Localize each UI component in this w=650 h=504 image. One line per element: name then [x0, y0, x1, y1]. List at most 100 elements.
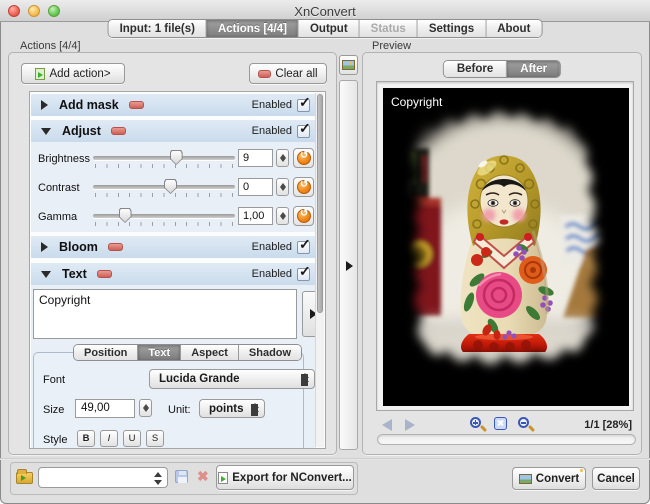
remove-action-icon[interactable] [129, 101, 144, 109]
zoom-out-icon[interactable] [518, 417, 529, 428]
actions-panel: Add action> Clear all Add mask Enabled A… [8, 52, 337, 455]
zoom-fit-icon[interactable] [494, 417, 507, 430]
contrast-reset-button[interactable] [293, 177, 314, 197]
enabled-checkbox[interactable] [297, 241, 310, 254]
contrast-row: Contrast 0 [31, 176, 316, 202]
watermark-text-input[interactable]: Copyright [33, 289, 297, 339]
convert-button[interactable]: Convert [512, 467, 586, 490]
folder-icon[interactable] [16, 472, 33, 484]
next-image-icon[interactable] [405, 419, 415, 431]
popup-arrows-icon [251, 403, 259, 416]
font-popup[interactable]: Lucida Grande [149, 369, 315, 389]
picture-icon [342, 60, 355, 70]
tab-actions[interactable]: Actions [4/4] [207, 20, 299, 37]
expand-triangle-icon[interactable] [41, 100, 48, 110]
enabled-checkbox[interactable] [297, 99, 310, 112]
brightness-reset-button[interactable] [293, 148, 314, 168]
zoom-in-icon[interactable] [470, 417, 481, 428]
actions-panel-title: Actions [4/4] [20, 40, 81, 52]
style-underline-button[interactable]: U [123, 430, 141, 447]
clear-all-button[interactable]: Clear all [249, 63, 327, 84]
page-counter: 1/1 [28%] [584, 419, 632, 431]
enabled-checkbox[interactable] [297, 268, 310, 281]
reset-icon [297, 180, 311, 194]
gamma-value[interactable]: 1,00 [238, 207, 273, 225]
remove-action-icon[interactable] [111, 127, 126, 135]
delete-preset-icon[interactable]: ✖ [197, 468, 209, 485]
adjust-content: Brightness 9 Contrast 0 [31, 142, 316, 232]
subtab-aspect[interactable]: Aspect [181, 345, 239, 360]
enabled-label: Enabled [252, 99, 292, 111]
action-header-add-mask[interactable]: Add mask Enabled [31, 94, 316, 116]
action-label: Add mask [59, 98, 119, 112]
preset-combo[interactable] [38, 467, 168, 488]
cancel-button[interactable]: Cancel [592, 467, 640, 490]
gamma-reset-button[interactable] [293, 206, 314, 226]
remove-action-icon[interactable] [108, 243, 123, 251]
contrast-slider[interactable] [93, 185, 235, 189]
collapse-triangle-icon[interactable] [41, 271, 51, 278]
tab-after[interactable]: After [507, 61, 560, 77]
enabled-checkbox[interactable] [297, 125, 310, 138]
slider-ticks [95, 164, 233, 168]
reset-icon [297, 209, 311, 223]
actions-scrollbar[interactable] [315, 93, 324, 447]
action-header-adjust[interactable]: Adjust Enabled [31, 120, 316, 142]
enabled-label: Enabled [252, 268, 292, 280]
prev-image-icon[interactable] [382, 419, 392, 431]
save-preset-icon[interactable] [175, 470, 188, 483]
reset-icon [297, 151, 311, 165]
convert-icon [519, 474, 532, 484]
preview-panel: Before After [362, 52, 642, 455]
slider-ticks [95, 193, 233, 197]
expand-triangle-icon[interactable] [41, 242, 48, 252]
popup-arrows-icon [154, 472, 162, 485]
tab-about[interactable]: About [486, 20, 541, 37]
gamma-stepper[interactable] [276, 207, 289, 225]
action-header-text[interactable]: Text Enabled [31, 263, 316, 285]
before-after-tabs: Before After [443, 60, 561, 78]
bottom-separator [0, 458, 650, 460]
gamma-label: Gamma [38, 211, 77, 223]
brightness-slider[interactable] [93, 156, 235, 160]
preview-toggle-button[interactable] [339, 55, 358, 75]
preview-frame: Copyright [376, 81, 634, 411]
gamma-row: Gamma 1,00 [31, 205, 316, 231]
contrast-value[interactable]: 0 [238, 178, 273, 196]
export-nconvert-button[interactable]: Export for NConvert... [216, 465, 354, 490]
tab-before[interactable]: Before [444, 61, 507, 77]
splitter-handle[interactable] [339, 80, 358, 450]
popup-arrows-icon [301, 373, 309, 386]
unit-popup[interactable]: points [199, 399, 265, 418]
scrollbar-thumb[interactable] [317, 94, 323, 313]
tab-settings[interactable]: Settings [418, 20, 486, 37]
style-strike-button[interactable]: S [146, 430, 164, 447]
brightness-value[interactable]: 9 [238, 149, 273, 167]
style-bold-button[interactable]: B [77, 430, 95, 447]
action-label: Text [62, 267, 87, 281]
preview-image[interactable]: Copyright [383, 88, 629, 406]
window-title: XnConvert [0, 4, 650, 19]
add-action-button[interactable]: Add action> [21, 63, 125, 84]
subtab-position[interactable]: Position [74, 345, 138, 360]
font-label: Font [43, 374, 65, 386]
actions-list: Add mask Enabled Adjust Enabled Brightne… [29, 91, 326, 449]
size-field[interactable]: 49,00 [75, 399, 135, 418]
watermark-text: Copyright [391, 95, 443, 109]
add-action-icon [35, 68, 45, 80]
xnconvert-window: XnConvert Input: 1 file(s) Actions [4/4]… [0, 0, 650, 504]
style-italic-button[interactable]: I [100, 430, 118, 447]
gamma-slider[interactable] [93, 214, 235, 218]
tab-input[interactable]: Input: 1 file(s) [109, 20, 207, 37]
contrast-stepper[interactable] [276, 178, 289, 196]
action-header-bloom[interactable]: Bloom Enabled [31, 236, 316, 258]
collapse-triangle-icon[interactable] [41, 128, 51, 135]
size-stepper[interactable] [139, 399, 152, 417]
brightness-label: Brightness [38, 153, 90, 165]
remove-action-icon[interactable] [97, 270, 112, 278]
subtab-shadow[interactable]: Shadow [239, 345, 301, 360]
tab-output[interactable]: Output [299, 20, 360, 37]
brightness-stepper[interactable] [276, 149, 289, 167]
brightness-row: Brightness 9 [31, 147, 316, 173]
subtab-text[interactable]: Text [138, 345, 181, 360]
